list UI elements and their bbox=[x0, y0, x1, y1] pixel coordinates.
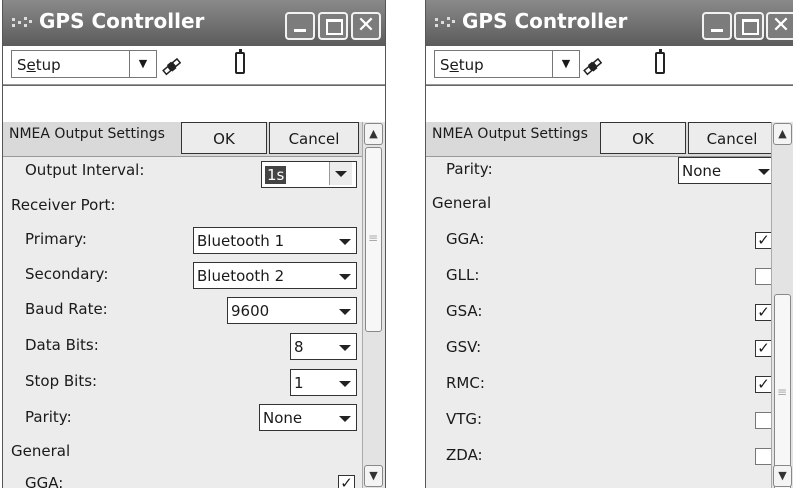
scroll-down-icon[interactable]: ▼ bbox=[364, 465, 383, 487]
gps-controller-window-left: GPS Controller ✕ Setup ▼ NMEA Output Set… bbox=[2, 0, 386, 488]
stop-bits-value: 1 bbox=[294, 374, 304, 392]
chevron-down-icon[interactable] bbox=[339, 381, 351, 387]
parity-label: Parity: bbox=[25, 408, 72, 426]
scroll-up-icon[interactable]: ▲ bbox=[364, 123, 383, 145]
close-icon[interactable]: ✕ bbox=[351, 12, 381, 40]
setup-menu-label: Setup bbox=[440, 56, 484, 74]
vtg-label: VTG: bbox=[446, 410, 483, 428]
window-title: GPS Controller bbox=[39, 9, 205, 33]
data-bits-label: Data Bits: bbox=[25, 336, 99, 354]
status-bar bbox=[3, 85, 385, 123]
chevron-down-icon[interactable]: ▼ bbox=[552, 51, 579, 77]
vertical-scrollbar[interactable]: ▲ ▼ bbox=[771, 122, 793, 488]
gsa-label: GSA: bbox=[446, 302, 483, 320]
primary-label: Primary: bbox=[25, 230, 87, 248]
menu-bar: Setup ▼ bbox=[426, 46, 793, 85]
baud-rate-dropdown[interactable]: 9600 bbox=[227, 297, 357, 324]
parity-value: None bbox=[263, 409, 303, 427]
settings-header: NMEA Output Settings OK Cancel bbox=[3, 122, 362, 157]
scrollbar-thumb[interactable] bbox=[365, 147, 382, 332]
baud-rate-value: 9600 bbox=[231, 302, 270, 320]
data-bits-value: 8 bbox=[294, 338, 304, 356]
chevron-down-icon[interactable] bbox=[339, 345, 351, 351]
gps-app-icon bbox=[12, 17, 32, 27]
chevron-down-icon[interactable] bbox=[339, 274, 351, 280]
chevron-down-icon[interactable] bbox=[758, 169, 770, 175]
settings-header: NMEA Output Settings OK Cancel bbox=[426, 122, 776, 157]
minimize-icon[interactable] bbox=[702, 12, 732, 40]
parity-label: Parity: bbox=[446, 160, 493, 178]
data-bits-dropdown[interactable]: 8 bbox=[290, 333, 357, 360]
output-interval-label: Output Interval: bbox=[25, 161, 145, 179]
scrollbar-thumb[interactable] bbox=[774, 294, 791, 488]
zda-checkbox[interactable] bbox=[755, 448, 772, 465]
settings-list: Output Interval: 1s Receiver Port: Prima… bbox=[3, 157, 362, 488]
cancel-button[interactable]: Cancel bbox=[269, 122, 359, 154]
general-label: General bbox=[432, 194, 492, 212]
scroll-up-icon[interactable]: ▲ bbox=[773, 123, 792, 145]
parity-dropdown[interactable]: None bbox=[678, 157, 772, 184]
gga-label: GGA: bbox=[446, 230, 485, 248]
primary-value: Bluetooth 1 bbox=[197, 232, 285, 250]
parity-dropdown[interactable]: None bbox=[259, 404, 357, 431]
stop-bits-label: Stop Bits: bbox=[25, 372, 98, 390]
gll-label: GLL: bbox=[446, 266, 480, 284]
minimize-icon[interactable] bbox=[285, 12, 315, 40]
gga-label: GGA: bbox=[25, 474, 64, 488]
battery-icon[interactable] bbox=[235, 49, 245, 74]
title-bar: GPS Controller ✕ bbox=[3, 0, 385, 46]
parity-value: None bbox=[682, 162, 722, 180]
ok-button[interactable]: OK bbox=[600, 122, 686, 154]
satellite-icon[interactable] bbox=[582, 56, 604, 78]
vtg-checkbox[interactable] bbox=[755, 412, 772, 429]
gsa-checkbox[interactable]: ✓ bbox=[755, 304, 772, 321]
chevron-down-icon[interactable] bbox=[339, 309, 351, 315]
section-title: NMEA Output Settings bbox=[432, 126, 588, 142]
chevron-down-icon[interactable] bbox=[339, 239, 351, 245]
baud-rate-label: Baud Rate: bbox=[25, 300, 108, 318]
vertical-scrollbar[interactable]: ▲ ▼ bbox=[362, 122, 385, 488]
secondary-value: Bluetooth 2 bbox=[197, 267, 285, 285]
secondary-dropdown[interactable]: Bluetooth 2 bbox=[193, 262, 357, 289]
menu-bar: Setup ▼ bbox=[3, 46, 385, 85]
secondary-label: Secondary: bbox=[25, 265, 109, 283]
chevron-down-icon[interactable] bbox=[329, 162, 352, 185]
section-title: NMEA Output Settings bbox=[9, 126, 165, 142]
gps-app-icon bbox=[435, 17, 455, 27]
status-bar bbox=[426, 85, 793, 123]
output-interval-dropdown[interactable]: 1s bbox=[261, 161, 357, 188]
primary-dropdown[interactable]: Bluetooth 1 bbox=[193, 227, 357, 254]
setup-menu-dropdown[interactable]: Setup ▼ bbox=[434, 50, 580, 78]
maximize-icon[interactable] bbox=[318, 12, 348, 40]
stop-bits-dropdown[interactable]: 1 bbox=[290, 369, 357, 396]
window-title: GPS Controller bbox=[462, 9, 628, 33]
rmc-label: RMC: bbox=[446, 374, 485, 392]
gps-controller-window-right: GPS Controller ✕ Setup ▼ NMEA Output Set… bbox=[425, 0, 793, 488]
rmc-checkbox[interactable]: ✓ bbox=[755, 376, 772, 393]
chevron-down-icon[interactable] bbox=[339, 416, 351, 422]
gga-checkbox[interactable]: ✓ bbox=[755, 232, 772, 249]
receiver-port-label: Receiver Port: bbox=[11, 196, 116, 214]
close-icon[interactable]: ✕ bbox=[766, 12, 793, 40]
title-bar: GPS Controller ✕ bbox=[426, 0, 793, 46]
satellite-icon[interactable] bbox=[161, 56, 183, 78]
maximize-icon[interactable] bbox=[734, 12, 764, 40]
general-label: General bbox=[11, 442, 71, 460]
battery-icon[interactable] bbox=[655, 49, 665, 74]
gga-checkbox[interactable]: ✓ bbox=[338, 475, 355, 488]
zda-label: ZDA: bbox=[446, 446, 483, 464]
setup-menu-dropdown[interactable]: Setup ▼ bbox=[11, 50, 157, 78]
chevron-down-icon[interactable]: ▼ bbox=[129, 51, 156, 77]
setup-menu-label: Setup bbox=[17, 56, 61, 74]
settings-list: Parity: None General GGA: ✓ GLL: GSA: ✓ GSV: ✓… bbox=[426, 157, 772, 488]
output-interval-value: 1s bbox=[265, 166, 287, 184]
gsv-checkbox[interactable]: ✓ bbox=[755, 340, 772, 357]
gsv-label: GSV: bbox=[446, 338, 482, 356]
scroll-down-icon[interactable]: ▼ bbox=[773, 465, 792, 487]
cancel-button[interactable]: Cancel bbox=[688, 122, 776, 154]
gll-checkbox[interactable] bbox=[755, 268, 772, 285]
ok-button[interactable]: OK bbox=[181, 122, 267, 154]
